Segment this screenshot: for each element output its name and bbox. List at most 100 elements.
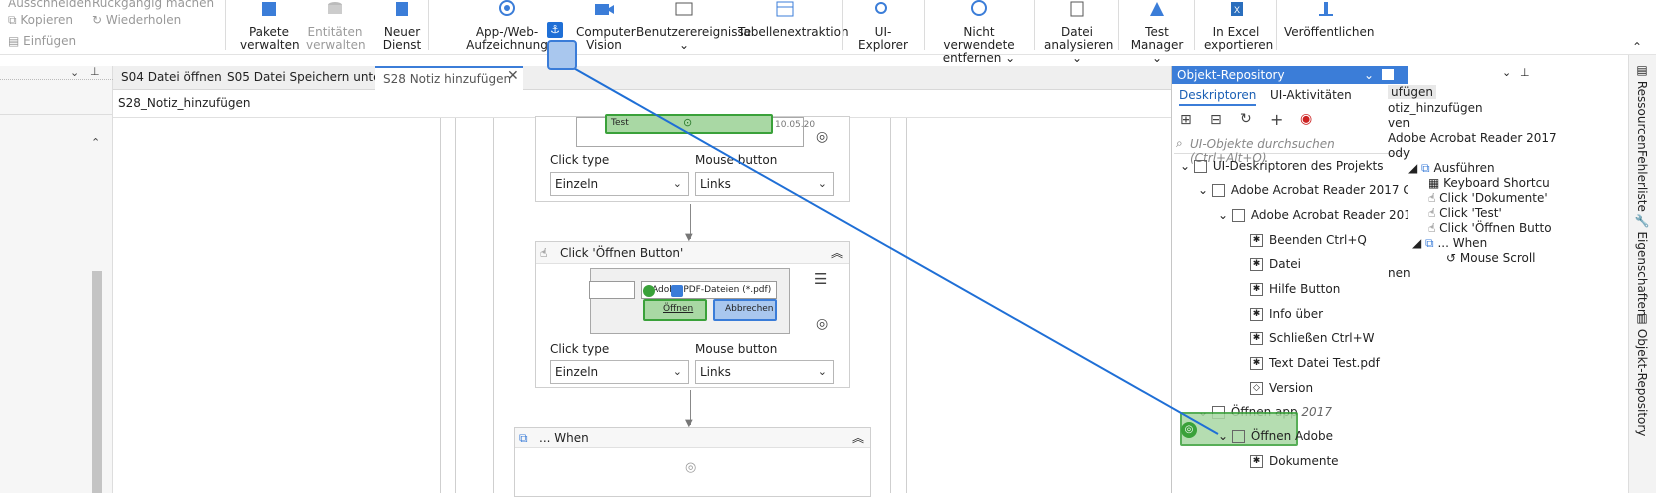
tree-item[interactable]: ◇ Version [1250, 376, 1313, 400]
publish-button[interactable]: Veröffentlichen [1284, 0, 1375, 39]
app-icon [1211, 184, 1225, 197]
tree-item[interactable]: ✱ Text Datei Test.pdf [1250, 351, 1380, 375]
tab-ui-activities[interactable]: UI-Aktivitäten [1270, 88, 1352, 102]
table-extraction-button[interactable]: Tabellenextraktion [738, 0, 849, 39]
tab-error-list[interactable]: Fehlerliste [1635, 150, 1649, 212]
tree-item[interactable]: ⌄ Adobe Acrobat Reader 2017 [1218, 203, 1420, 227]
anchor-drag-handle[interactable] [547, 40, 577, 70]
collapse-all-icon[interactable]: ⊟ [1210, 112, 1222, 128]
new-service-icon [396, 2, 408, 16]
scrollbar-thumb[interactable] [92, 271, 102, 493]
mouse-button-select[interactable]: Links ⌄ [695, 172, 834, 196]
left-panel: ⌄ ⊥ ⌃ [0, 65, 113, 493]
pin-icon[interactable]: ⊥ [90, 65, 100, 78]
collapse-icon[interactable]: ︽ [852, 428, 864, 448]
manage-entities-button[interactable]: Entitäten verwalten [306, 0, 366, 52]
paste-button[interactable]: ▤ Einfügen [8, 34, 76, 48]
close-tab-icon[interactable]: ✕ [507, 68, 519, 84]
add-icon[interactable]: + [1270, 110, 1283, 129]
activity-header: ☝ Click 'Öffnen Button' ︽ [536, 242, 849, 264]
object-repository-panel: Objekt-Repository ⌄ Deskriptoren UI-Akti… [1171, 66, 1459, 493]
tree-item[interactable]: ✱ Schließen Ctrl+W [1250, 326, 1375, 350]
undo-button[interactable]: Rückgängig machen [92, 0, 214, 10]
activity-header: ⧉ ... When ︽ [515, 428, 870, 448]
test-manager-button[interactable]: Test Manager ⌄ [1128, 0, 1186, 65]
outline-item[interactable]: ☝ Click 'Öffnen Butto [1428, 221, 1552, 235]
target-options-icon[interactable]: ◎ [816, 316, 828, 332]
camera-icon [595, 4, 614, 15]
target-screenshot: Test ⊙ 10.05.20 [576, 114, 815, 147]
export-excel-button[interactable]: X In Excel exportieren [1204, 0, 1273, 52]
computer-vision-button[interactable]: Computer Vision [576, 0, 636, 52]
tree-item[interactable]: ✱ Hilfe Button [1250, 277, 1340, 301]
manage-packages-button[interactable]: Pakete verwalten [240, 0, 300, 52]
analyze-file-button[interactable]: Datei analysieren ⌄ [1044, 0, 1113, 65]
tree-item[interactable]: ⌄ Öffnen Adobe [1218, 424, 1333, 448]
svg-text:X: X [1234, 5, 1240, 15]
document-tabs: S04 Datei öffnen S05 Datei Speichern unt… [113, 66, 1171, 109]
panel-dropdown-icon[interactable]: ⌄ [70, 66, 79, 79]
dropdown-icon[interactable]: ⌄ [1364, 66, 1374, 84]
ui-explorer-button[interactable]: UI-Explorer [852, 0, 914, 52]
ribbon: Ausschneiden ⧉ Kopieren ▤ Einfügen Rückg… [0, 0, 1656, 65]
publish-icon [1319, 2, 1333, 16]
search-box[interactable]: ⌕ UI-Objekte durchsuchen (Ctrl+Alt+O) [1174, 134, 1406, 165]
dropdown-icon[interactable]: ⌄ [1502, 66, 1511, 79]
pin-icon[interactable] [1382, 69, 1394, 80]
tree-item[interactable]: ✱ Dokumente [1250, 449, 1339, 473]
remove-unused-icon [971, 0, 987, 16]
refresh-icon[interactable]: ↻ [1240, 111, 1252, 127]
new-service-button[interactable]: Neuer Dienst [380, 0, 424, 52]
tree-item[interactable]: ✱ Beenden Ctrl+Q [1250, 228, 1367, 252]
tab-resources[interactable]: ▤ Ressourcen [1635, 63, 1649, 150]
record-icon[interactable]: ◉ [1300, 111, 1312, 127]
pin-icon[interactable]: ⊥ [1520, 66, 1530, 79]
tab-properties[interactable]: 🔧 Eigenschaften [1635, 213, 1649, 317]
folder-icon [1193, 160, 1207, 173]
user-events-button[interactable]: Benutzerereignisse ⌄ [636, 0, 751, 52]
tab-descriptors[interactable]: Deskriptoren [1179, 88, 1257, 106]
copy-button[interactable]: ⧉ Kopieren [8, 13, 73, 28]
collapse-ribbon-icon[interactable]: ⌃ [1632, 40, 1642, 54]
element-icon: ✱ [1250, 308, 1263, 321]
tab-s28[interactable]: S28 Notiz hinzufügen * [375, 66, 523, 109]
activity-click-open-button[interactable]: ☝ Click 'Öffnen Button' ︽ Adobe PDF-Date… [535, 241, 850, 388]
target-screenshot: Adobe PDF-Dateien (*.pdf) Öffnen Abbrech… [589, 268, 790, 334]
outline-item[interactable]: ↺ Mouse Scroll [1446, 251, 1536, 265]
scroll-up-icon[interactable]: ⌃ [91, 136, 100, 149]
element-icon: ✱ [1250, 283, 1263, 296]
repo-header: Objekt-Repository ⌄ [1172, 66, 1409, 84]
activity-when[interactable]: ⧉ ... When ︽ ◎ [514, 427, 871, 497]
remove-unused-button[interactable]: Nicht verwendete entfernen ⌄ [932, 0, 1026, 65]
tree-item[interactable]: ✱ Datei [1250, 252, 1301, 276]
tree-item[interactable]: ⌄ UI-Deskriptoren des Projekts [1180, 154, 1383, 178]
click-type-select[interactable]: Einzeln ⌄ [550, 172, 689, 196]
screen-icon [1231, 430, 1245, 443]
mouse-button-select[interactable]: Links ⌄ [695, 360, 834, 384]
outline-item[interactable]: ◢ ⧉ ... When [1412, 236, 1487, 251]
activity-click-test[interactable]: Test ⊙ 10.05.20 ◎ Click type Mouse butto… [535, 114, 850, 202]
user-events-icon [675, 2, 693, 16]
outline-item[interactable]: ▦ Keyboard Shortcu [1428, 176, 1550, 190]
tab-s04[interactable]: S04 Datei öffnen [113, 66, 230, 90]
breadcrumb-item[interactable]: S28_Notiz_hinzufügen [118, 96, 250, 110]
database-icon [328, 2, 342, 14]
click-type-select[interactable]: Einzeln ⌄ [550, 360, 689, 384]
tab-s05[interactable]: S05 Datei Speichern unter [219, 66, 393, 90]
outline-item[interactable]: ☝ Click 'Test' [1428, 206, 1502, 220]
tab-object-repository[interactable]: ▥ Objekt-Repository [1635, 311, 1649, 436]
collapse-icon[interactable]: ︽ [831, 242, 843, 264]
test-manager-icon [1150, 2, 1164, 16]
element-icon: ✱ [1250, 455, 1263, 468]
element-icon: ✱ [1250, 234, 1263, 247]
side-tab-bar: ▤ Ressourcen Fehlerliste 🔧 Eigenschaften… [1628, 55, 1656, 493]
menu-icon[interactable]: ☰ [814, 270, 827, 288]
outline-item[interactable]: ☝ Click 'Dokumente' [1428, 191, 1548, 205]
outline-item[interactable]: ◢ ⧉ Ausführen [1408, 161, 1495, 176]
target-options-icon[interactable]: ◎ [816, 129, 828, 145]
cut-button[interactable]: Ausschneiden [8, 0, 91, 10]
expand-all-icon[interactable]: ⊞ [1180, 112, 1192, 128]
redo-button[interactable]: ↻ Wiederholen [92, 13, 181, 27]
add-activity-icon[interactable]: ◎ [685, 460, 696, 475]
tree-item[interactable]: ✱ Info über [1250, 302, 1323, 326]
